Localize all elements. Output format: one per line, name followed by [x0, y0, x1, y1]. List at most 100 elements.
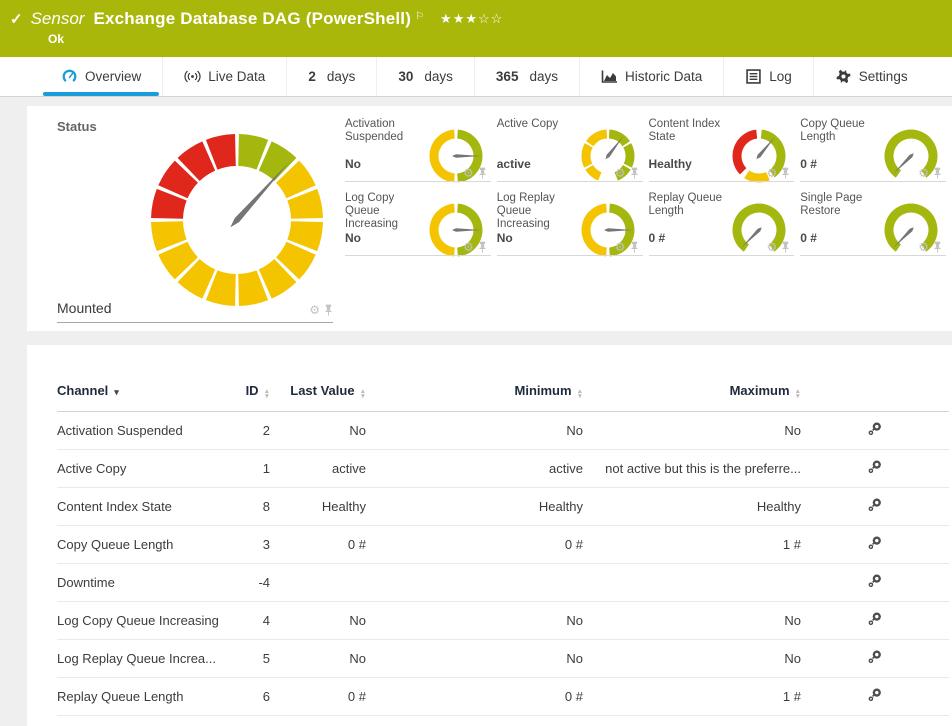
row-action-cell: [801, 564, 949, 602]
table-row[interactable]: Single Page Restore70 #0 #0 #: [57, 716, 949, 726]
wrench-icon[interactable]: [867, 459, 883, 475]
channel-cell: Replay Queue Length: [57, 678, 222, 716]
tab-label: days: [529, 69, 558, 84]
tab-30-days[interactable]: 30days: [376, 57, 474, 96]
gauge-cell-content-index-state: Content Index StateHealthy⚙: [649, 112, 801, 186]
last-cell: Healthy: [270, 488, 366, 526]
gear-icon[interactable]: ⚙: [615, 167, 626, 179]
row-action-cell: [801, 526, 949, 564]
gear-icon[interactable]: ⚙: [918, 241, 929, 253]
tab-number: 2: [308, 69, 316, 84]
column-label: Channel: [57, 383, 108, 398]
column-header-last-value[interactable]: Last Value▲▼: [270, 369, 366, 412]
gauge-cell-single-page-restore: Single Page Restore0 #⚙: [800, 186, 952, 260]
max-cell: [583, 564, 801, 602]
pin-icon[interactable]: [933, 167, 942, 179]
sort-icon: ▲▼: [264, 389, 270, 399]
id-cell: -4: [222, 564, 270, 602]
gauge-divider: [497, 255, 643, 256]
tab-label: Historic Data: [625, 69, 702, 84]
sensor-status-badge: Ok: [48, 32, 940, 46]
row-action-cell: [801, 678, 949, 716]
wrench-icon[interactable]: [867, 497, 883, 513]
table-row[interactable]: Log Replay Queue Increa...5NoNoNo: [57, 640, 949, 678]
column-header-id[interactable]: ID▲▼: [222, 369, 270, 412]
gauge-cell-replay-queue-length: Replay Queue Length0 #⚙: [649, 186, 801, 260]
tab-log[interactable]: Log: [723, 57, 813, 96]
channel-cell: Log Copy Queue Increasing: [57, 602, 222, 640]
row-action-cell: [801, 412, 949, 450]
wrench-icon[interactable]: [867, 611, 883, 627]
gauge-cell-active-copy: Active Copyactive⚙: [497, 112, 649, 186]
tab-365-days[interactable]: 365 days: [474, 57, 579, 96]
gauge-cell-activation-suspended: Activation SuspendedNo⚙: [345, 112, 497, 186]
tab-settings[interactable]: Settings: [813, 57, 929, 96]
sort-icon: ▲▼: [577, 389, 583, 399]
channel-cell: Log Replay Queue Increa...: [57, 640, 222, 678]
last-cell: No: [270, 640, 366, 678]
wrench-icon[interactable]: [867, 535, 883, 551]
pin-icon[interactable]: [630, 167, 639, 179]
gear-icon[interactable]: ⚙: [766, 241, 777, 253]
tab-historic-data[interactable]: Historic Data: [579, 57, 723, 96]
id-cell: 4: [222, 602, 270, 640]
gauge-value: No: [497, 231, 513, 245]
pin-icon[interactable]: [324, 304, 333, 316]
min-cell: 0 #: [366, 716, 583, 726]
ok-check-icon: ✓: [10, 10, 23, 28]
column-header-channel[interactable]: Channel▾: [57, 369, 222, 412]
pin-icon[interactable]: [630, 241, 639, 253]
gauge-cell-copy-queue-length: Copy Queue Length0 #⚙: [800, 112, 952, 186]
tab-2-days[interactable]: 2days: [286, 57, 376, 96]
column-header-maximum[interactable]: Maximum▲▼: [583, 369, 801, 412]
pin-icon[interactable]: [781, 241, 790, 253]
wrench-icon[interactable]: [867, 649, 883, 665]
table-row[interactable]: Active Copy1activeactivenot active but t…: [57, 450, 949, 488]
gear-icon[interactable]: ⚙: [766, 167, 777, 179]
id-cell: 1: [222, 450, 270, 488]
table-row[interactable]: Downtime-4: [57, 564, 949, 602]
gauge-divider: [345, 181, 491, 182]
wrench-icon[interactable]: [867, 421, 883, 437]
broadcast-icon: [184, 69, 201, 84]
id-cell: 3: [222, 526, 270, 564]
tab-live-data[interactable]: Live Data: [162, 57, 286, 96]
gear-icon[interactable]: ⚙: [463, 241, 474, 253]
tab-label: Log: [769, 69, 792, 84]
max-cell: 1 #: [583, 678, 801, 716]
column-header-minimum[interactable]: Minimum ▲▼: [366, 369, 583, 412]
min-cell: No: [366, 412, 583, 450]
column-label: Minimum: [515, 383, 572, 398]
gear-icon[interactable]: ⚙: [463, 167, 474, 179]
id-cell: 5: [222, 640, 270, 678]
status-gauge[interactable]: [147, 130, 327, 310]
gear-icon[interactable]: ⚙: [918, 167, 929, 179]
tab-label: Overview: [85, 69, 141, 84]
wrench-icon[interactable]: [867, 573, 883, 589]
gauge-divider: [649, 181, 795, 182]
pin-icon[interactable]: [478, 241, 487, 253]
id-cell: 6: [222, 678, 270, 716]
wrench-icon[interactable]: [867, 687, 883, 703]
pin-icon[interactable]: [781, 167, 790, 179]
pin-icon[interactable]: [478, 167, 487, 179]
pin-icon[interactable]: [933, 241, 942, 253]
gauge-divider: [800, 181, 946, 182]
table-row[interactable]: Copy Queue Length30 #0 #1 #: [57, 526, 949, 564]
table-row[interactable]: Log Copy Queue Increasing4NoNoNo: [57, 602, 949, 640]
channel-cell: Active Copy: [57, 450, 222, 488]
tab-number: 365: [496, 69, 519, 84]
table-row[interactable]: Replay Queue Length60 #0 #1 #: [57, 678, 949, 716]
table-row[interactable]: Content Index State8HealthyHealthyHealth…: [57, 488, 949, 526]
gauge-value: No: [345, 231, 361, 245]
table-row[interactable]: Activation Suspended2NoNoNo: [57, 412, 949, 450]
max-cell: Healthy: [583, 488, 801, 526]
tab-overview[interactable]: Overview: [40, 57, 162, 96]
priority-stars[interactable]: ★★★☆☆: [440, 11, 503, 27]
gear-icon[interactable]: ⚙: [309, 304, 320, 316]
last-cell: 0 #: [270, 678, 366, 716]
min-cell: No: [366, 602, 583, 640]
flag-icon[interactable]: ⚐: [415, 11, 424, 22]
gear-icon[interactable]: ⚙: [615, 241, 626, 253]
sensor-type-label: Sensor: [31, 9, 85, 29]
